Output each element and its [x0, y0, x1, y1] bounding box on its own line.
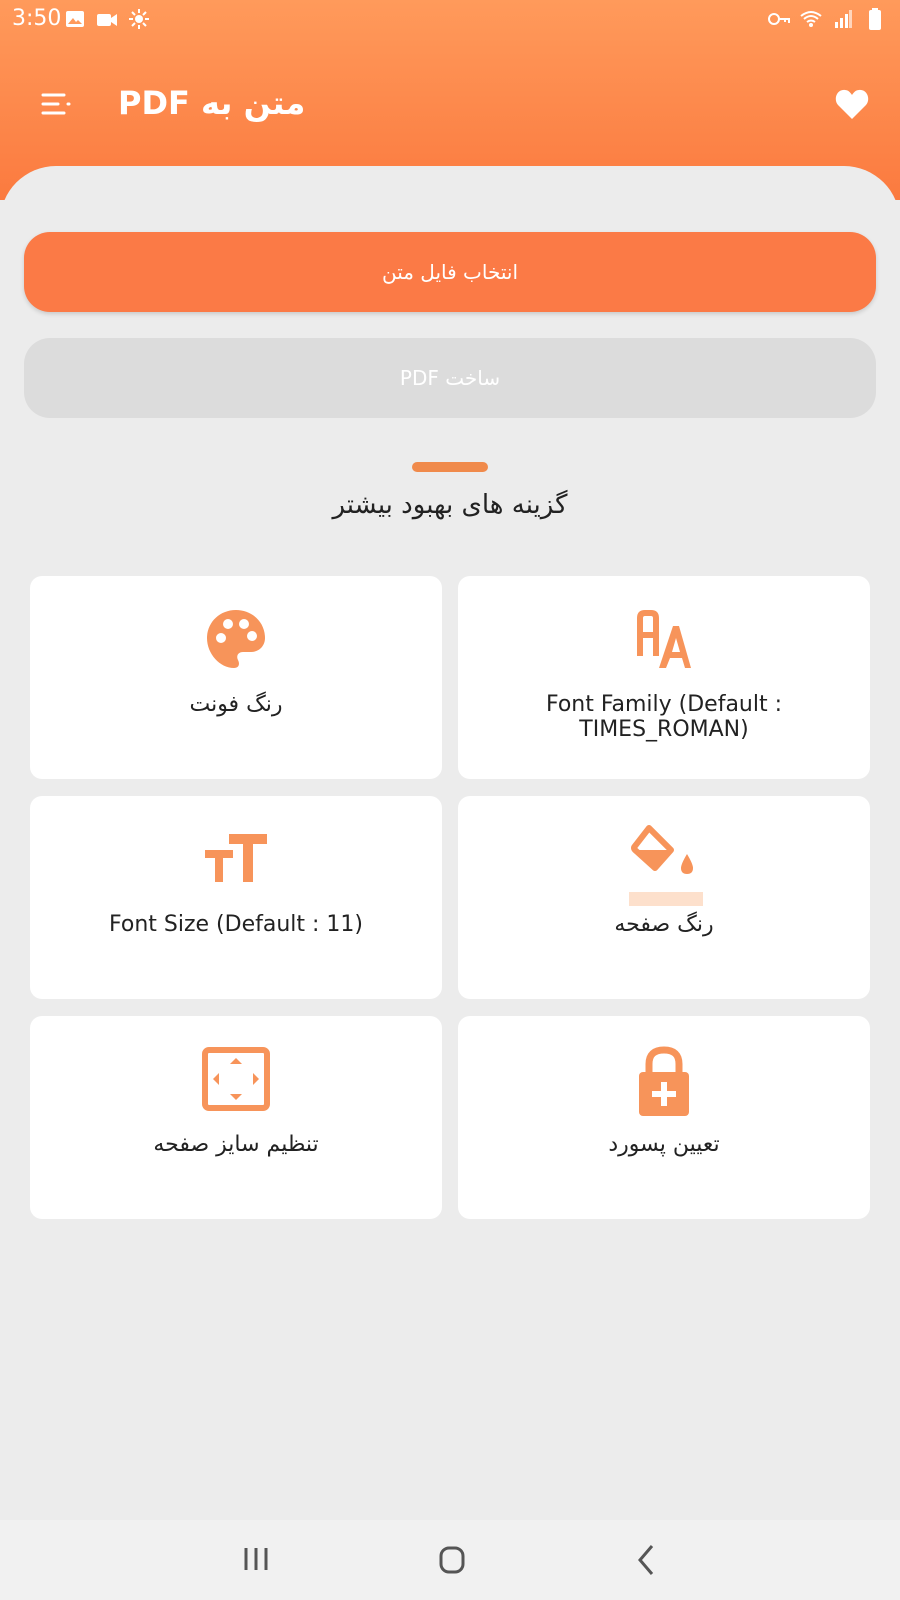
status-icons-left: [64, 8, 150, 30]
font-family-icon: [629, 604, 699, 674]
page-color-label: رنگ صفحه: [614, 912, 714, 937]
wifi-icon: [800, 8, 822, 30]
status-time: 3:50: [12, 6, 62, 31]
page-color-card[interactable]: رنگ صفحه: [458, 796, 870, 999]
back-icon[interactable]: [626, 1538, 670, 1582]
page-size-card[interactable]: تنظیم سایز صفحه: [30, 1016, 442, 1219]
set-password-card[interactable]: تعیین پسورد: [458, 1016, 870, 1219]
font-size-label: Font Size (Default : 11): [109, 912, 363, 937]
paint-bucket-icon: [629, 824, 703, 906]
battery-icon: [864, 8, 886, 30]
select-text-file-button[interactable]: انتخاب فایل متن: [24, 232, 876, 312]
system-nav-bar: [0, 1520, 900, 1600]
section-title: گزینه های بهبود بیشتر: [332, 490, 568, 520]
app-bar: متن به PDF: [0, 70, 900, 140]
app-title: متن به PDF: [118, 84, 306, 122]
video-camera-icon: [96, 8, 118, 30]
font-color-label: رنگ فونت: [189, 692, 283, 717]
signal-icon: [832, 8, 854, 30]
lock-add-icon: [629, 1044, 699, 1116]
status-bar: 3:50: [0, 0, 900, 42]
select-text-file-label: انتخاب فایل متن: [381, 260, 519, 284]
home-icon[interactable]: [430, 1538, 474, 1582]
status-icons-right: [768, 8, 886, 30]
heart-icon[interactable]: [834, 86, 870, 122]
vpn-key-icon: [768, 8, 790, 30]
font-family-label: Font Family (Default : TIMES_ROMAN): [545, 692, 783, 742]
font-color-card[interactable]: رنگ فونت: [30, 576, 442, 779]
main-content: انتخاب فایل متن ساخت PDF گزینه های بهبود…: [0, 166, 900, 1520]
palette-icon: [201, 604, 271, 674]
menu-icon[interactable]: [40, 88, 72, 120]
set-password-label: تعیین پسورد: [608, 1132, 720, 1157]
create-pdf-button[interactable]: ساخت PDF: [24, 338, 876, 418]
settings-sun-icon: [128, 8, 150, 30]
page-size-icon: [201, 1044, 271, 1114]
gallery-icon: [64, 8, 86, 30]
font-family-card[interactable]: Font Family (Default : TIMES_ROMAN): [458, 576, 870, 779]
recent-apps-icon[interactable]: [234, 1538, 278, 1582]
create-pdf-label: ساخت PDF: [399, 366, 501, 390]
font-size-icon: [201, 824, 271, 894]
page-size-label: تنظیم سایز صفحه: [153, 1132, 319, 1157]
font-size-card[interactable]: Font Size (Default : 11): [30, 796, 442, 999]
section-divider: [412, 462, 488, 472]
